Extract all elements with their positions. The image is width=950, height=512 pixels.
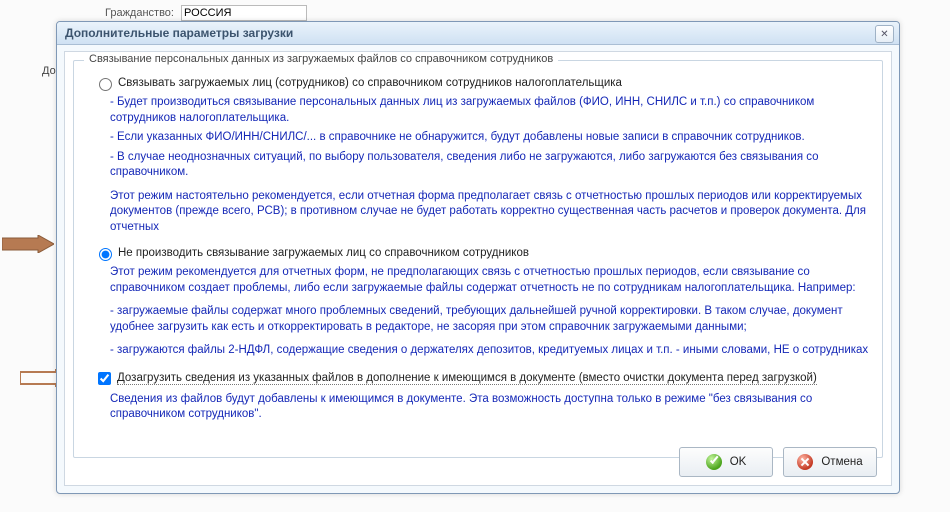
close-button[interactable]: ✕ <box>875 25 894 43</box>
dialog-title: Дополнительные параметры загрузки <box>65 26 293 40</box>
radio-nolink[interactable] <box>99 248 112 261</box>
background-text: До <box>42 65 56 77</box>
radio-nolink-label: Не производить связывание загружаемых ли… <box>118 247 529 259</box>
checkbox-note: Сведения из файлов будут добавлены к име… <box>110 392 870 423</box>
radio-nolink-option[interactable]: Не производить связывание загружаемых ли… <box>94 245 870 261</box>
group-legend: Связывание персональных данных из загруж… <box>84 53 558 65</box>
radio-link-option[interactable]: Связывать загружаемых лиц (сотрудников) … <box>94 75 870 91</box>
radio1-bullet2: - Если указанных ФИО/ИНН/СНИЛС/... в спр… <box>110 130 870 146</box>
close-icon: ✕ <box>880 29 888 40</box>
button-bar: OK Отмена <box>679 447 877 477</box>
group-box: Связывание персональных данных из загруж… <box>73 60 883 458</box>
ok-icon <box>706 454 722 470</box>
radio-link[interactable] <box>99 78 112 91</box>
radio2-note2: - загружаемые файлы содержат много пробл… <box>110 304 870 335</box>
background-field: Гражданство: <box>105 5 307 21</box>
radio2-note3: - загружаются файлы 2-НДФЛ, содержащие с… <box>110 343 870 359</box>
bg-field-input[interactable] <box>181 5 307 21</box>
radio2-note1: Этот режим рекомендуется для отчетных фо… <box>110 265 870 296</box>
radio-link-label: Связывать загружаемых лиц (сотрудников) … <box>118 77 622 89</box>
dialog: Дополнительные параметры загрузки ✕ Связ… <box>56 21 900 494</box>
dialog-titlebar: Дополнительные параметры загрузки ✕ <box>57 22 899 45</box>
radio1-bullet1: - Будет производиться связывание персона… <box>110 95 870 126</box>
cancel-icon <box>797 454 813 470</box>
append-checkbox[interactable] <box>98 372 111 385</box>
bg-field-label: Гражданство: <box>105 7 174 19</box>
ok-label: OK <box>730 456 747 468</box>
cancel-label: Отмена <box>821 456 862 468</box>
ok-button[interactable]: OK <box>679 447 773 477</box>
annotation-arrow-1 <box>2 235 54 253</box>
append-checkbox-label: Дозагрузить сведения из указанных файлов… <box>117 372 817 385</box>
radio1-bullet3: - В случае неоднозначных ситуаций, по вы… <box>110 150 870 181</box>
cancel-button[interactable]: Отмена <box>783 447 877 477</box>
append-checkbox-row[interactable]: Дозагрузить сведения из указанных файлов… <box>94 369 870 388</box>
dialog-body: Связывание персональных данных из загруж… <box>64 51 892 486</box>
radio1-note: Этот режим настоятельно рекомендуется, е… <box>110 189 870 236</box>
